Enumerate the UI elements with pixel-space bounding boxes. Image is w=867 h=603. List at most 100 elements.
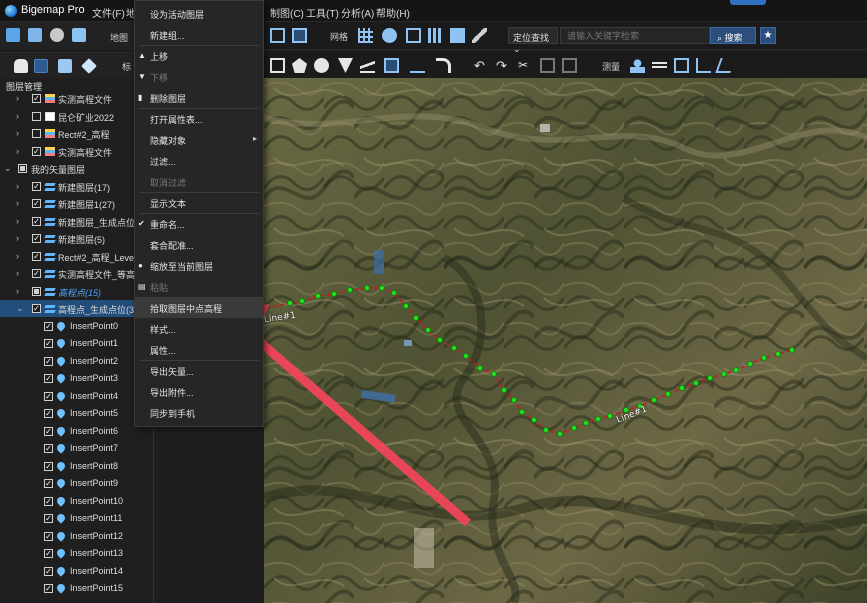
elevation-point[interactable] xyxy=(720,370,727,377)
arrow-right-icon[interactable] xyxy=(410,58,425,73)
image-icon[interactable] xyxy=(72,28,86,42)
elevation-point[interactable] xyxy=(582,419,589,426)
chevron-right-icon[interactable]: › xyxy=(16,216,19,226)
context-menu-item[interactable]: 打开属性表... xyxy=(135,108,263,129)
chevron-right-icon[interactable]: › xyxy=(16,181,19,191)
save-icon[interactable] xyxy=(28,28,42,42)
measure-label[interactable]: 测量 xyxy=(602,60,620,73)
measure-angle-icon[interactable] xyxy=(696,58,711,73)
layer-child-item[interactable]: ✓ InsertPoint12 xyxy=(0,528,153,545)
table-icon[interactable] xyxy=(428,28,443,43)
context-menu-item[interactable]: ✔ 重命名... xyxy=(135,213,263,234)
locate-select[interactable]: 定位查找 ⌄ xyxy=(508,27,558,54)
open-folder-icon[interactable] xyxy=(6,28,20,42)
context-menu-item[interactable]: ▲ 上移 xyxy=(135,45,263,66)
elevation-point[interactable] xyxy=(606,412,613,419)
search-button[interactable]: ⌕ 搜索 xyxy=(710,27,756,44)
measure-distance-icon[interactable] xyxy=(652,62,667,68)
context-menu-item[interactable]: 过滤... xyxy=(135,150,263,171)
layer-child-item[interactable]: ✓ InsertPoint6 xyxy=(0,423,153,440)
layer-checkbox[interactable]: ✓ xyxy=(44,549,53,558)
layer-item[interactable]: › 高程点(15) xyxy=(0,283,153,300)
grid-label[interactable]: 网格 xyxy=(330,30,348,43)
layer-child-item[interactable]: ✓ InsertPoint15 xyxy=(0,580,153,597)
chevron-right-icon[interactable]: › xyxy=(16,128,19,138)
folder-icon[interactable] xyxy=(450,28,465,43)
elevation-point[interactable] xyxy=(570,424,577,431)
gear-icon[interactable] xyxy=(50,28,64,42)
context-menu-item[interactable]: 拾取图层中点高程 xyxy=(135,297,263,318)
elevation-point[interactable] xyxy=(789,346,796,353)
chevron-right-icon[interactable]: › xyxy=(16,198,19,208)
context-menu-item[interactable]: 样式... xyxy=(135,318,263,339)
window-control-button[interactable] xyxy=(730,0,766,5)
layer-checkbox[interactable]: ✓ xyxy=(32,251,41,261)
elevation-point[interactable] xyxy=(436,336,443,343)
search-input[interactable] xyxy=(560,27,710,44)
layer-child-item[interactable]: ✓ InsertPoint4 xyxy=(0,388,153,405)
layer-checkbox[interactable]: ✓ xyxy=(44,566,53,576)
globe-icon[interactable] xyxy=(382,28,397,43)
layer-child-item[interactable]: ✓ InsertPoint5 xyxy=(0,405,153,422)
layer-item[interactable]: ⌄ ✓ 高程点_生成点位(39) xyxy=(0,300,153,317)
layer-checkbox[interactable]: ✓ xyxy=(32,199,41,208)
elevation-point[interactable] xyxy=(412,314,419,321)
frame-icon[interactable] xyxy=(406,28,421,43)
layer-checkbox[interactable]: ✓ xyxy=(44,444,53,453)
layer-child-item[interactable]: ✓ InsertPoint3 xyxy=(0,370,153,387)
chevron-right-icon[interactable]: › xyxy=(16,286,19,296)
layer-item[interactable]: › ✓ 实测高程文件 xyxy=(0,90,153,107)
user-measure-icon[interactable] xyxy=(630,58,645,73)
menu-item-2[interactable]: 制图(C) xyxy=(270,5,304,20)
layer-checkbox[interactable]: ✓ xyxy=(32,304,41,313)
undo-icon[interactable]: ↶ xyxy=(474,58,489,73)
measure-slope-icon[interactable] xyxy=(715,58,736,73)
layer-child-item[interactable]: ✓ InsertPoint7 xyxy=(0,440,153,457)
layer-checkbox[interactable]: ✓ xyxy=(44,409,53,418)
layer-item[interactable]: › ✓ 实测高程文件_等高线 xyxy=(0,265,153,282)
layer-checkbox[interactable]: ✓ xyxy=(44,426,53,436)
menu-item-0[interactable]: 文件(F) xyxy=(92,5,125,20)
elevation-point[interactable] xyxy=(490,370,497,377)
layer-checkbox[interactable]: ✓ xyxy=(44,391,53,401)
layer-checkbox[interactable] xyxy=(32,286,41,296)
layer-checkbox[interactable]: ✓ xyxy=(44,496,53,506)
brush-icon[interactable] xyxy=(472,28,487,43)
layer-item[interactable]: › Rect#2_高程 xyxy=(0,125,153,142)
elevation-point[interactable] xyxy=(556,430,563,437)
hand-pan-icon[interactable] xyxy=(14,59,28,73)
context-menu-item[interactable]: ▼ 下移 xyxy=(135,66,263,87)
map-canvas[interactable] xyxy=(264,78,867,603)
layer-checkbox[interactable]: ✓ xyxy=(44,461,53,471)
context-menu-item[interactable]: ▤ 粘贴 xyxy=(135,276,263,297)
layer-item[interactable]: ⌄ 我的矢量图层 xyxy=(0,160,153,177)
elevation-point[interactable] xyxy=(518,408,525,415)
context-menu-item[interactable]: 属性... xyxy=(135,339,263,360)
elevation-point[interactable] xyxy=(391,289,398,296)
layer-checkbox[interactable]: ✓ xyxy=(44,479,53,488)
chevron-right-icon[interactable]: › xyxy=(16,251,19,261)
paste-icon[interactable] xyxy=(562,58,577,73)
layer-item[interactable]: › ✓ Rect#2_高程_Level_1 xyxy=(0,248,153,265)
elevation-point[interactable] xyxy=(500,386,507,393)
chevron-right-icon[interactable]: › xyxy=(16,233,19,243)
mark-label[interactable]: 标 xyxy=(122,60,131,73)
layer-checkbox[interactable]: ✓ xyxy=(44,339,53,348)
elevation-point[interactable] xyxy=(299,297,306,304)
zoom-layer-icon[interactable] xyxy=(292,28,307,43)
layer-child-item[interactable]: ✓ InsertPoint2 xyxy=(0,353,153,370)
context-menu-item[interactable]: ● 缩放至当前图层 xyxy=(135,255,263,276)
elevation-point[interactable] xyxy=(347,286,354,293)
context-menu-item[interactable]: 取消过滤 xyxy=(135,171,263,192)
chevron-down-icon[interactable]: ⌄ xyxy=(4,163,12,174)
layer-checkbox[interactable] xyxy=(32,129,41,138)
chevron-right-icon[interactable]: › xyxy=(16,268,19,278)
elevation-point[interactable] xyxy=(650,396,657,403)
context-menu-item[interactable]: 新建组... xyxy=(135,24,263,45)
context-menu-item[interactable]: ▮ 删除图层 xyxy=(135,87,263,108)
layer-checkbox[interactable]: ✓ xyxy=(32,269,41,278)
layer-checkbox[interactable]: ✓ xyxy=(32,94,41,103)
curve-arrow-icon[interactable] xyxy=(436,58,451,73)
elevation-point[interactable] xyxy=(760,354,767,361)
layer-item[interactable]: › ✓ 新建图层_生成点位(1 xyxy=(0,213,153,230)
